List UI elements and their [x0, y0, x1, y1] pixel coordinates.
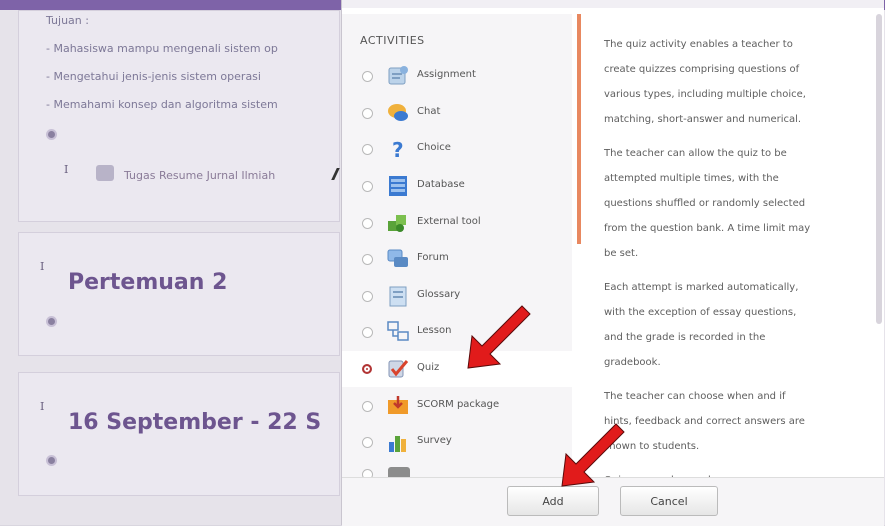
radio-button[interactable]: [362, 108, 373, 119]
option-label: Choice: [417, 142, 451, 153]
option-label: SCORM package: [417, 399, 500, 410]
radio-button[interactable]: [362, 181, 373, 192]
red-arrow-icon: [467, 305, 531, 369]
chat-icon: [388, 104, 408, 121]
objective-line: - Mengetahui jenis-jenis sistem operasi: [46, 70, 261, 83]
survey-icon: [389, 436, 406, 452]
radio-button[interactable]: [362, 327, 373, 338]
assignment-icon: [388, 66, 408, 85]
description-line: hints, feedback and correct answers are: [604, 416, 805, 427]
option-quiz[interactable]: Quiz: [342, 351, 572, 387]
option-label: Assignment: [417, 69, 476, 80]
description-line: gradebook.: [604, 357, 661, 368]
resource-file-icon: [96, 165, 114, 181]
option-glossary[interactable]: Glossary: [342, 278, 572, 314]
red-arrow-icon: [561, 423, 625, 487]
quiz-icon: [388, 360, 409, 378]
description-line: create quizzes comprising questions of: [604, 64, 800, 75]
option-lesson[interactable]: Lesson: [342, 314, 572, 350]
radio-button[interactable]: [362, 437, 373, 448]
description-line: shown to students.: [604, 441, 700, 452]
description-line: from the question bank. A time limit may: [604, 223, 811, 234]
move-handle-icon[interactable]: I: [64, 163, 68, 176]
description-line: The teacher can choose when and if: [604, 391, 786, 402]
section-heading: Pertemuan 2: [68, 270, 228, 295]
description-line: and the grade is recorded in the: [604, 332, 766, 343]
lesson-icon: [387, 321, 409, 341]
forum-icon: [387, 249, 408, 267]
description-line: Each attempt is marked automatically,: [604, 282, 799, 293]
dialog-header: [342, 0, 884, 8]
description-accent-bar: [577, 14, 581, 244]
description-line: matching, short-answer and numerical.: [604, 114, 802, 125]
option-label: Lesson: [417, 325, 452, 336]
option-label: Chat: [417, 106, 441, 117]
option-label: Glossary: [417, 289, 461, 300]
add-button[interactable]: Add: [507, 486, 599, 516]
option-assignment[interactable]: Assignment: [342, 58, 572, 94]
section-label: Tujuan :: [46, 14, 89, 27]
radio-button[interactable]: [362, 291, 373, 302]
option-label: Forum: [417, 252, 449, 263]
option-scorm-package[interactable]: SCORM package: [342, 388, 572, 424]
radio-button[interactable]: [362, 71, 373, 82]
move-handle-icon[interactable]: I: [40, 260, 44, 273]
description-line: questions shuffled or randomly selected: [604, 198, 806, 209]
option-label: Survey: [417, 435, 452, 446]
external-tool-icon: [388, 215, 406, 232]
radio-button[interactable]: [362, 469, 373, 477]
option-choice[interactable]: ? Choice: [342, 131, 572, 167]
database-icon: [389, 176, 407, 196]
radio-button-selected[interactable]: [362, 364, 372, 374]
description-line: with the exception of essay questions,: [604, 307, 797, 318]
partial-option[interactable]: [342, 461, 572, 477]
option-chat[interactable]: Chat: [342, 95, 572, 131]
option-forum[interactable]: Forum: [342, 241, 572, 277]
svg-text:?: ?: [392, 138, 404, 161]
cancel-button[interactable]: Cancel: [620, 486, 718, 516]
gear-icon[interactable]: [48, 318, 55, 325]
radio-button[interactable]: [362, 144, 373, 155]
option-label: Database: [417, 179, 465, 190]
gear-icon[interactable]: [48, 457, 55, 464]
radio-button[interactable]: [362, 218, 373, 229]
glossary-icon: [389, 286, 407, 307]
radio-button[interactable]: [362, 254, 373, 265]
option-survey[interactable]: Survey: [342, 424, 572, 460]
resource-link[interactable]: Tugas Resume Jurnal Ilmiah: [124, 169, 275, 182]
description-line: be set.: [604, 248, 639, 259]
wiki-icon: [388, 467, 410, 477]
description-line: attempted multiple times, with the: [604, 173, 779, 184]
option-external-tool[interactable]: External tool: [342, 205, 572, 241]
objective-line: - Mahasiswa mampu mengenali sistem op: [46, 42, 278, 55]
description-line: The teacher can allow the quiz to be: [604, 148, 787, 159]
choice-icon: ?: [392, 138, 404, 161]
activities-heading: ACTIVITIES: [360, 34, 425, 47]
option-database[interactable]: Database: [342, 168, 572, 204]
scrollbar[interactable]: [876, 14, 882, 324]
description-line: The quiz activity enables a teacher to: [604, 39, 793, 50]
move-handle-icon[interactable]: I: [40, 400, 44, 413]
description-line: various types, including multiple choice…: [604, 89, 806, 100]
objective-line: - Memahami konsep dan algoritma sistem: [46, 98, 278, 111]
scorm-icon: [388, 396, 408, 414]
gear-icon[interactable]: [48, 131, 55, 138]
section-heading: 16 September - 22 S: [68, 410, 322, 435]
radio-button[interactable]: [362, 401, 373, 412]
option-label: Quiz: [417, 362, 440, 373]
option-label: External tool: [417, 216, 481, 227]
